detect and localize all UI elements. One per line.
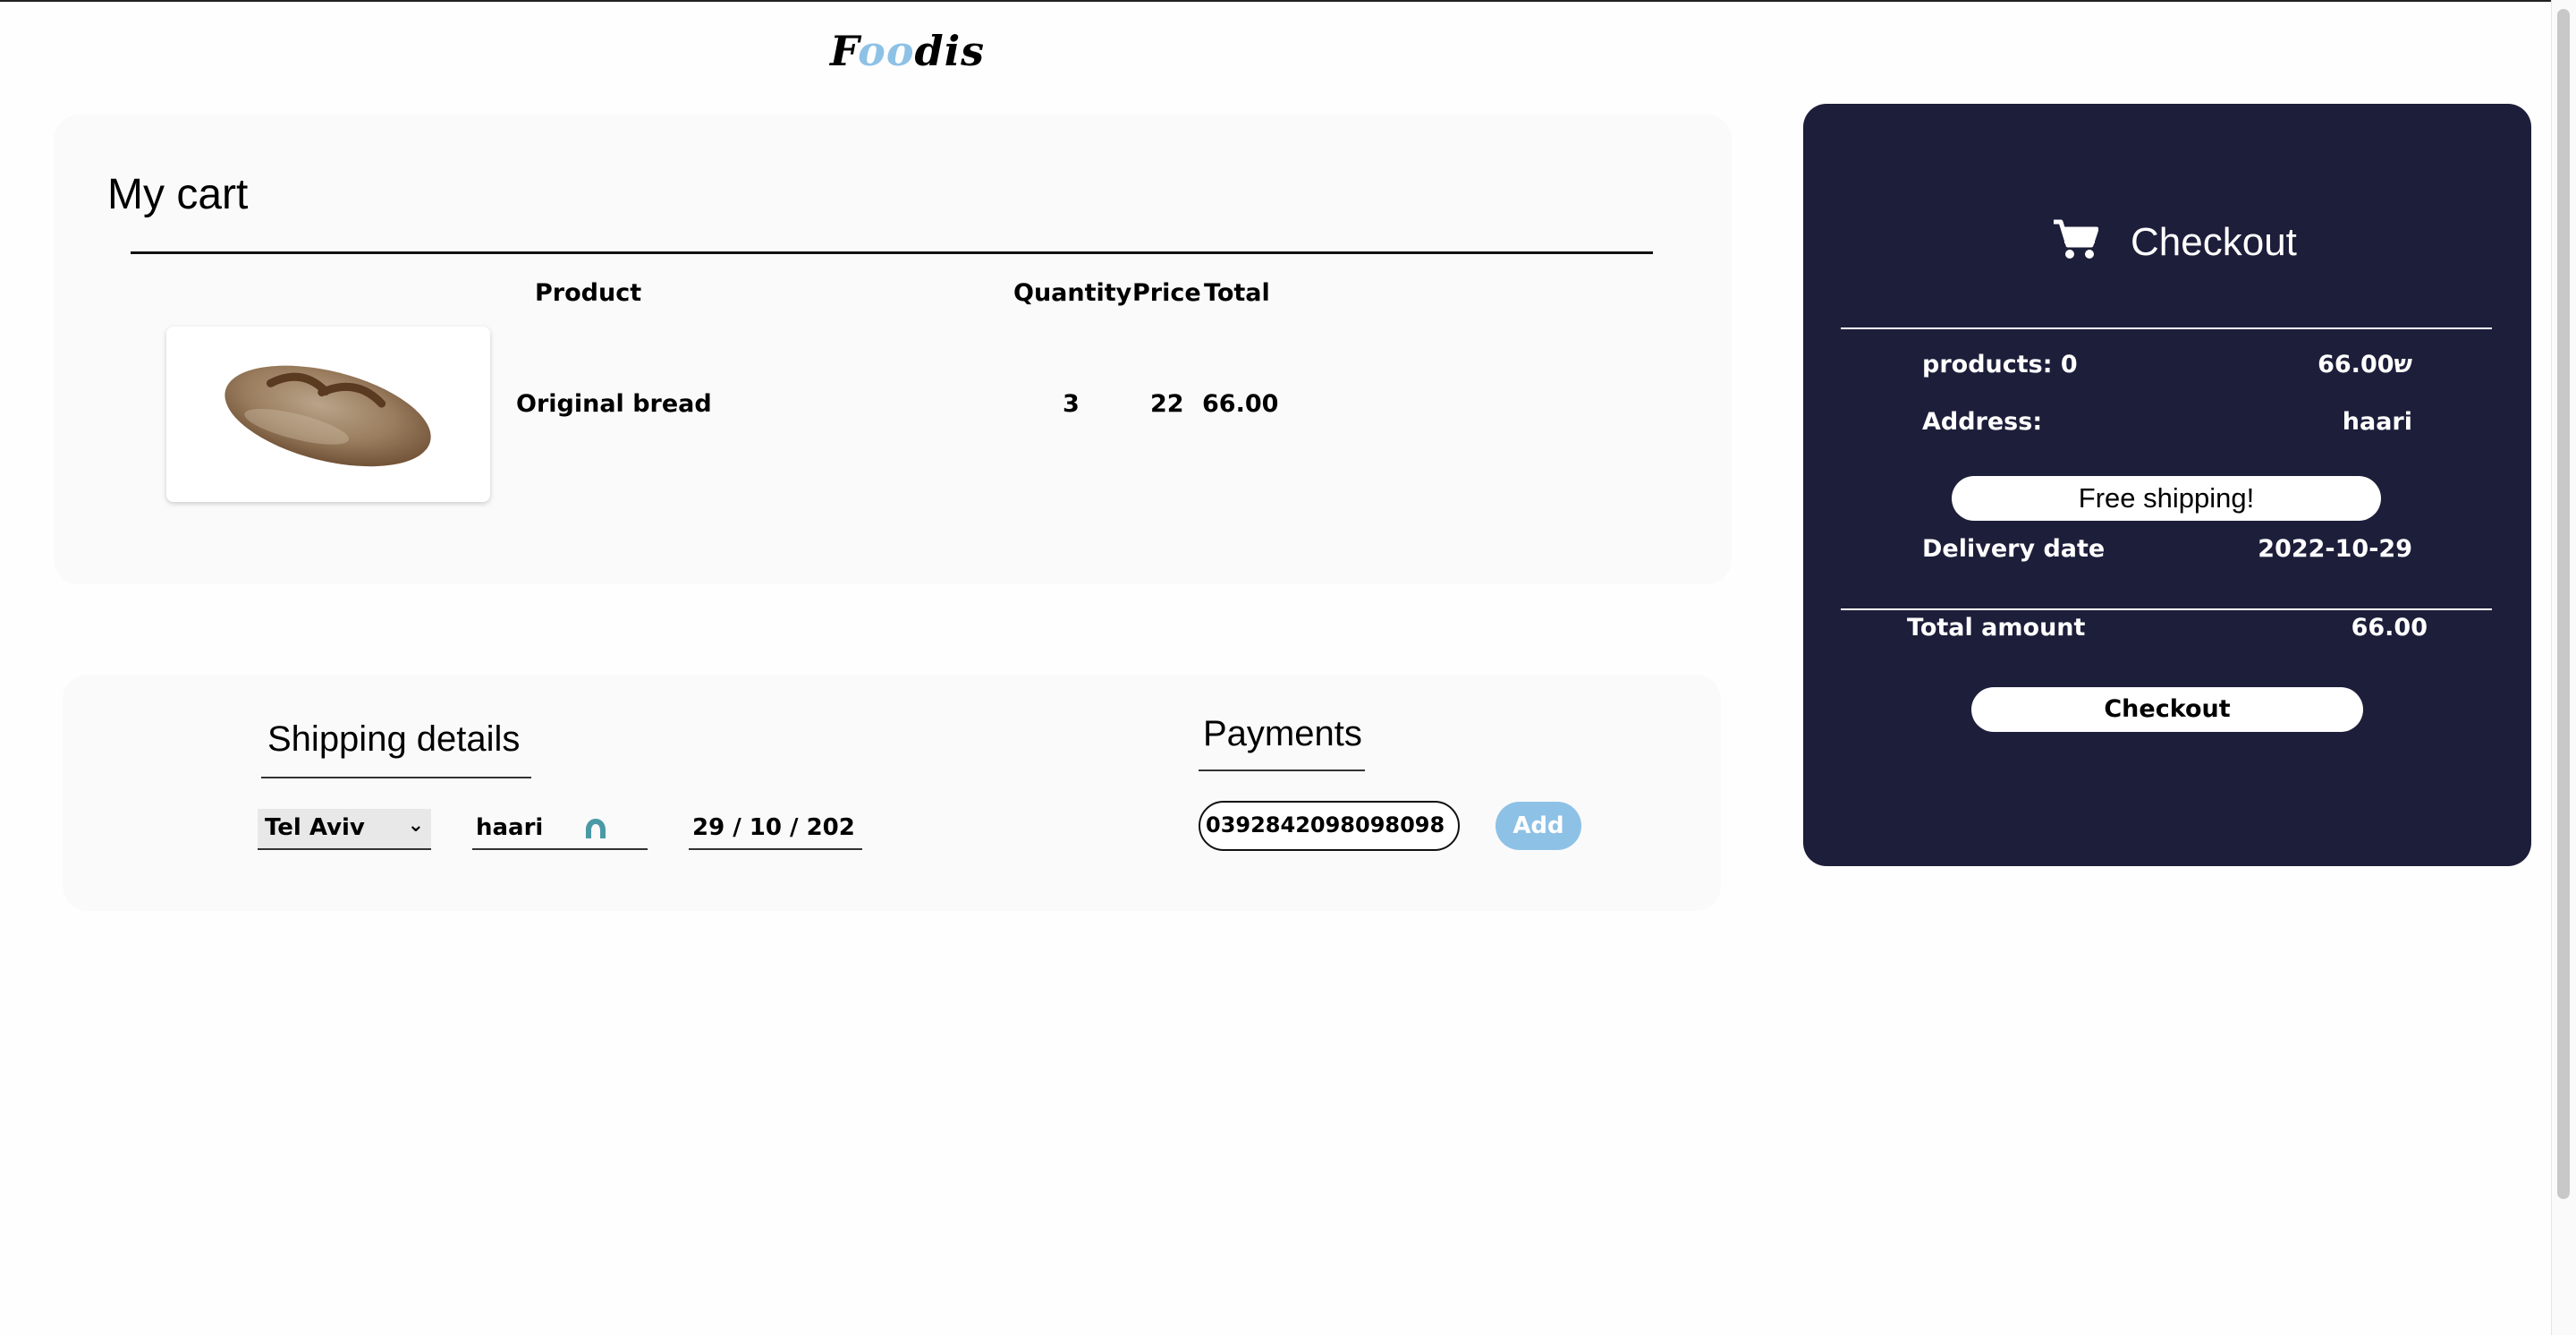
header-price: Price: [1132, 279, 1201, 307]
products-count-label: products: 0: [1922, 351, 2078, 378]
checkout-divider-bottom: [1841, 608, 2492, 610]
delivery-date-input[interactable]: 29 / 10 / 202: [689, 809, 862, 850]
total-amount-label: Total amount: [1907, 614, 2086, 642]
product-image-card: [166, 327, 490, 502]
item-name: Original bread: [516, 390, 712, 418]
delivery-date-summary: 2022-10-29: [2258, 535, 2412, 563]
street-input-value: haari: [476, 814, 544, 841]
foodis-logo[interactable]: Foodis: [830, 27, 985, 75]
header-product: Product: [535, 279, 642, 307]
checkout-divider-top: [1841, 327, 2492, 329]
checkout-button[interactable]: Checkout: [1971, 687, 2363, 732]
cart-icon: [2054, 219, 2098, 259]
header-total: Total: [1204, 279, 1270, 307]
products-amount: 66.00ש: [2318, 351, 2412, 378]
cart-divider: [131, 251, 1653, 254]
header-quantity: Quantity: [1013, 279, 1132, 307]
bread-image: [225, 365, 431, 467]
delivery-date-value: 29 / 10 / 202: [692, 814, 855, 841]
shipping-title-underline: [261, 777, 531, 778]
shipping-title: Shipping details: [267, 719, 521, 759]
payments-title-underline: [1199, 770, 1365, 771]
shipping-payments-panel: [63, 675, 1721, 911]
logo-letter-f: F: [830, 27, 859, 75]
city-select[interactable]: Tel Aviv ⌄: [258, 809, 431, 850]
checkout-title: Checkout: [2131, 220, 2297, 264]
location-icon: [586, 819, 606, 838]
street-input[interactable]: haari: [472, 809, 648, 850]
total-amount-value: 66.00: [2351, 614, 2428, 642]
item-price: 22: [1150, 390, 1184, 418]
city-select-value: Tel Aviv: [265, 814, 365, 841]
address-value: haari: [2342, 408, 2412, 436]
logo-letters-dis: dis: [914, 27, 986, 75]
delivery-date-label: Delivery date: [1922, 535, 2106, 563]
add-payment-button[interactable]: Add: [1496, 802, 1581, 850]
top-border: [0, 0, 2576, 2]
address-label: Address:: [1922, 408, 2043, 436]
card-number-value: 0392842098098098: [1206, 812, 1445, 838]
cart-title: My cart: [107, 171, 249, 218]
item-total: 66.00: [1202, 390, 1279, 418]
chevron-down-icon: ⌄: [407, 814, 424, 837]
card-number-input[interactable]: 0392842098098098: [1199, 801, 1460, 851]
item-quantity: 3: [1063, 390, 1080, 418]
page-scrollbar-thumb[interactable]: [2557, 9, 2570, 1199]
free-shipping-badge: Free shipping!: [1952, 476, 2381, 521]
payments-title: Payments: [1203, 714, 1362, 753]
logo-letters-oo: oo: [858, 27, 915, 75]
